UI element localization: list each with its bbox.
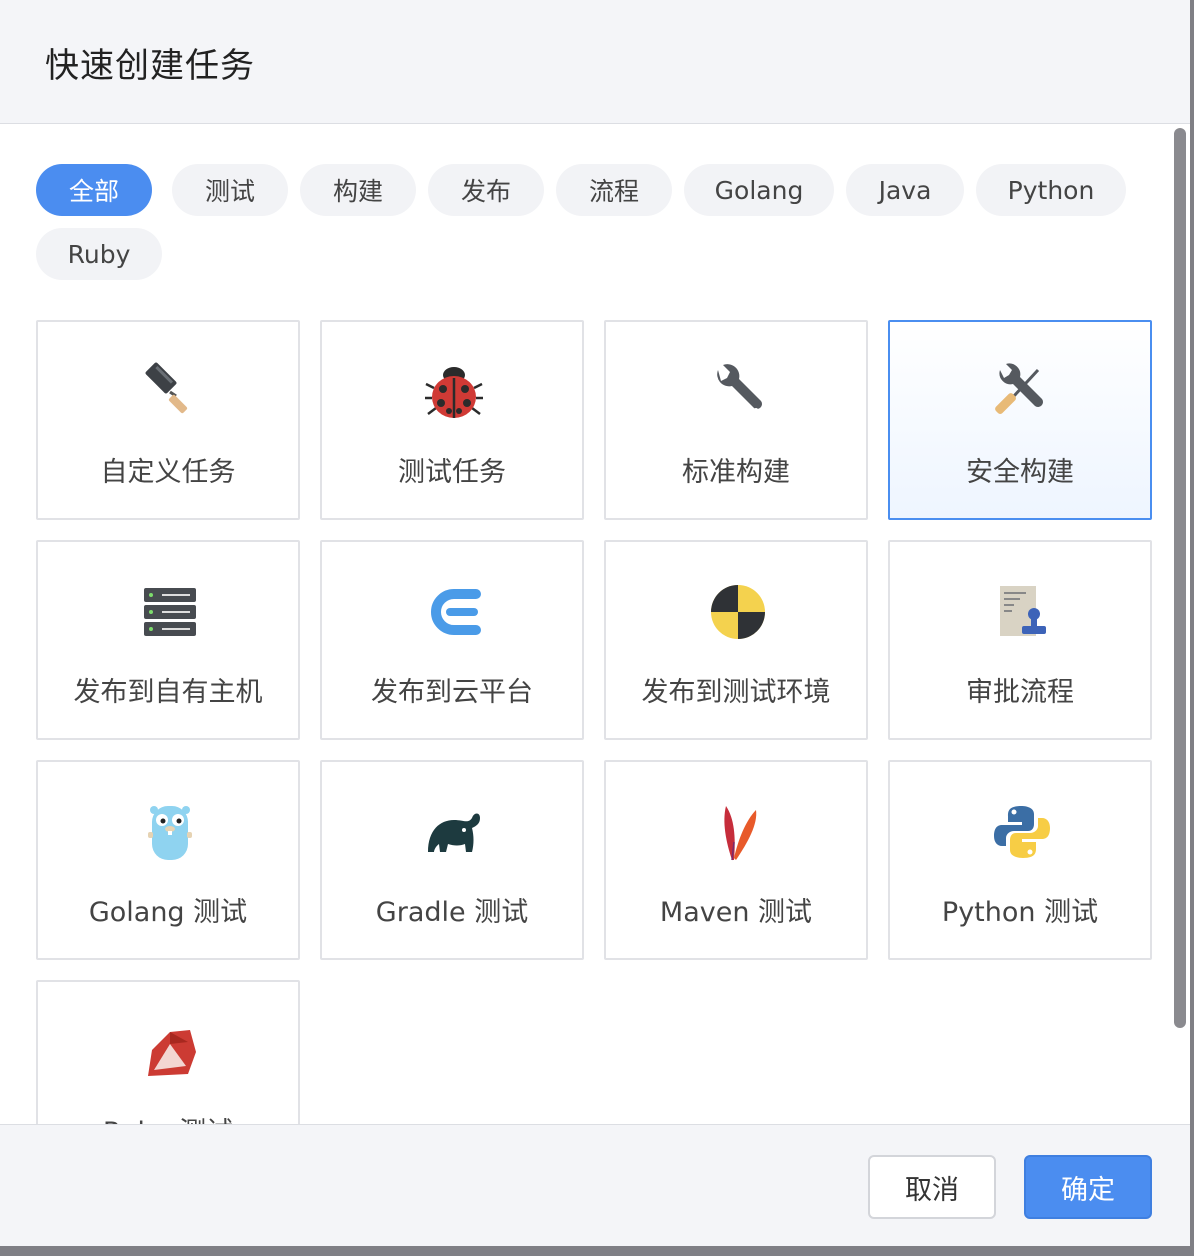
create-task-dialog: 快速创建任务 全部 测试 构建 发布 流程 Golang Java Python… xyxy=(0,0,1190,1246)
filter-tag-process[interactable]: 流程 xyxy=(556,164,672,216)
task-card-label: 发布到自有主机 xyxy=(73,677,263,708)
approval-stamp-icon xyxy=(1000,586,1046,636)
task-card-standard-build[interactable]: 标准构建 xyxy=(604,320,868,520)
task-card-deploy-cloud[interactable]: 发布到云平台 xyxy=(320,540,584,740)
filter-tag-release[interactable]: 发布 xyxy=(428,164,544,216)
task-card-deploy-test-env[interactable]: 发布到测试环境 xyxy=(604,540,868,740)
task-card-label: 自定义任务 xyxy=(100,457,236,488)
task-card-custom[interactable]: 自定义任务 xyxy=(36,320,300,520)
gopher-icon xyxy=(148,806,192,860)
maven-feather-icon xyxy=(724,806,757,861)
task-card-label: 安全构建 xyxy=(966,457,1074,488)
dialog-body: 全部 测试 构建 发布 流程 Golang Java Python Ruby 自… xyxy=(0,124,1190,1124)
cancel-button[interactable]: 取消 xyxy=(868,1155,996,1219)
task-card-label: Gradle 测试 xyxy=(375,897,529,928)
dialog-title: 快速创建任务 xyxy=(45,46,255,86)
gradle-elephant-icon xyxy=(428,813,480,852)
filter-tag-all[interactable]: 全部 xyxy=(36,164,152,216)
task-card-label: Maven 测试 xyxy=(659,897,813,928)
task-card-ruby-test[interactable]: Ruby 测试 xyxy=(36,980,300,1124)
task-card-gradle-test[interactable]: Gradle 测试 xyxy=(320,760,584,960)
ladybug-icon xyxy=(425,367,483,418)
confirm-button[interactable]: 确定 xyxy=(1024,1155,1152,1219)
task-card-maven-test[interactable]: Maven 测试 xyxy=(604,760,868,960)
task-card-deploy-host[interactable]: 发布到自有主机 xyxy=(36,540,300,740)
task-card-security-build[interactable]: 安全构建 xyxy=(888,320,1152,520)
crash-test-icon xyxy=(711,585,765,639)
dialog-footer: 取消 确定 xyxy=(0,1124,1190,1246)
task-card-test[interactable]: 测试任务 xyxy=(320,320,584,520)
python-icon xyxy=(994,806,1050,858)
task-card-label: Ruby 测试 xyxy=(38,1110,298,1124)
task-card-approval[interactable]: 审批流程 xyxy=(888,540,1152,740)
task-card-label: Golang 测试 xyxy=(88,897,248,928)
filter-tag-test[interactable]: 测试 xyxy=(172,164,288,216)
paint-roller-icon xyxy=(145,362,188,414)
task-card-python-test[interactable]: Python 测试 xyxy=(888,760,1152,960)
ruby-icon xyxy=(148,1030,196,1076)
task-card-label: 标准构建 xyxy=(682,457,790,488)
scrollbar[interactable] xyxy=(1174,128,1186,1028)
wrench-screwdriver-icon xyxy=(995,363,1043,414)
cloud-platform-icon xyxy=(431,589,481,635)
server-icon xyxy=(144,588,196,636)
task-card-label: 测试任务 xyxy=(398,457,506,488)
dialog-header: 快速创建任务 xyxy=(0,0,1190,124)
wrench-icon xyxy=(717,364,762,412)
filter-tag-java[interactable]: Java xyxy=(846,164,964,216)
task-card-golang-test[interactable]: Golang 测试 xyxy=(36,760,300,960)
filter-tag-ruby[interactable]: Ruby xyxy=(36,228,162,280)
task-card-label: 发布到云平台 xyxy=(371,677,533,708)
task-card-label: Python 测试 xyxy=(941,897,1099,928)
filter-tag-python[interactable]: Python xyxy=(976,164,1126,216)
task-card-label: 审批流程 xyxy=(966,677,1074,708)
filter-tag-build[interactable]: 构建 xyxy=(300,164,416,216)
task-card-label: 发布到测试环境 xyxy=(641,677,831,708)
filter-tag-golang[interactable]: Golang xyxy=(684,164,834,216)
